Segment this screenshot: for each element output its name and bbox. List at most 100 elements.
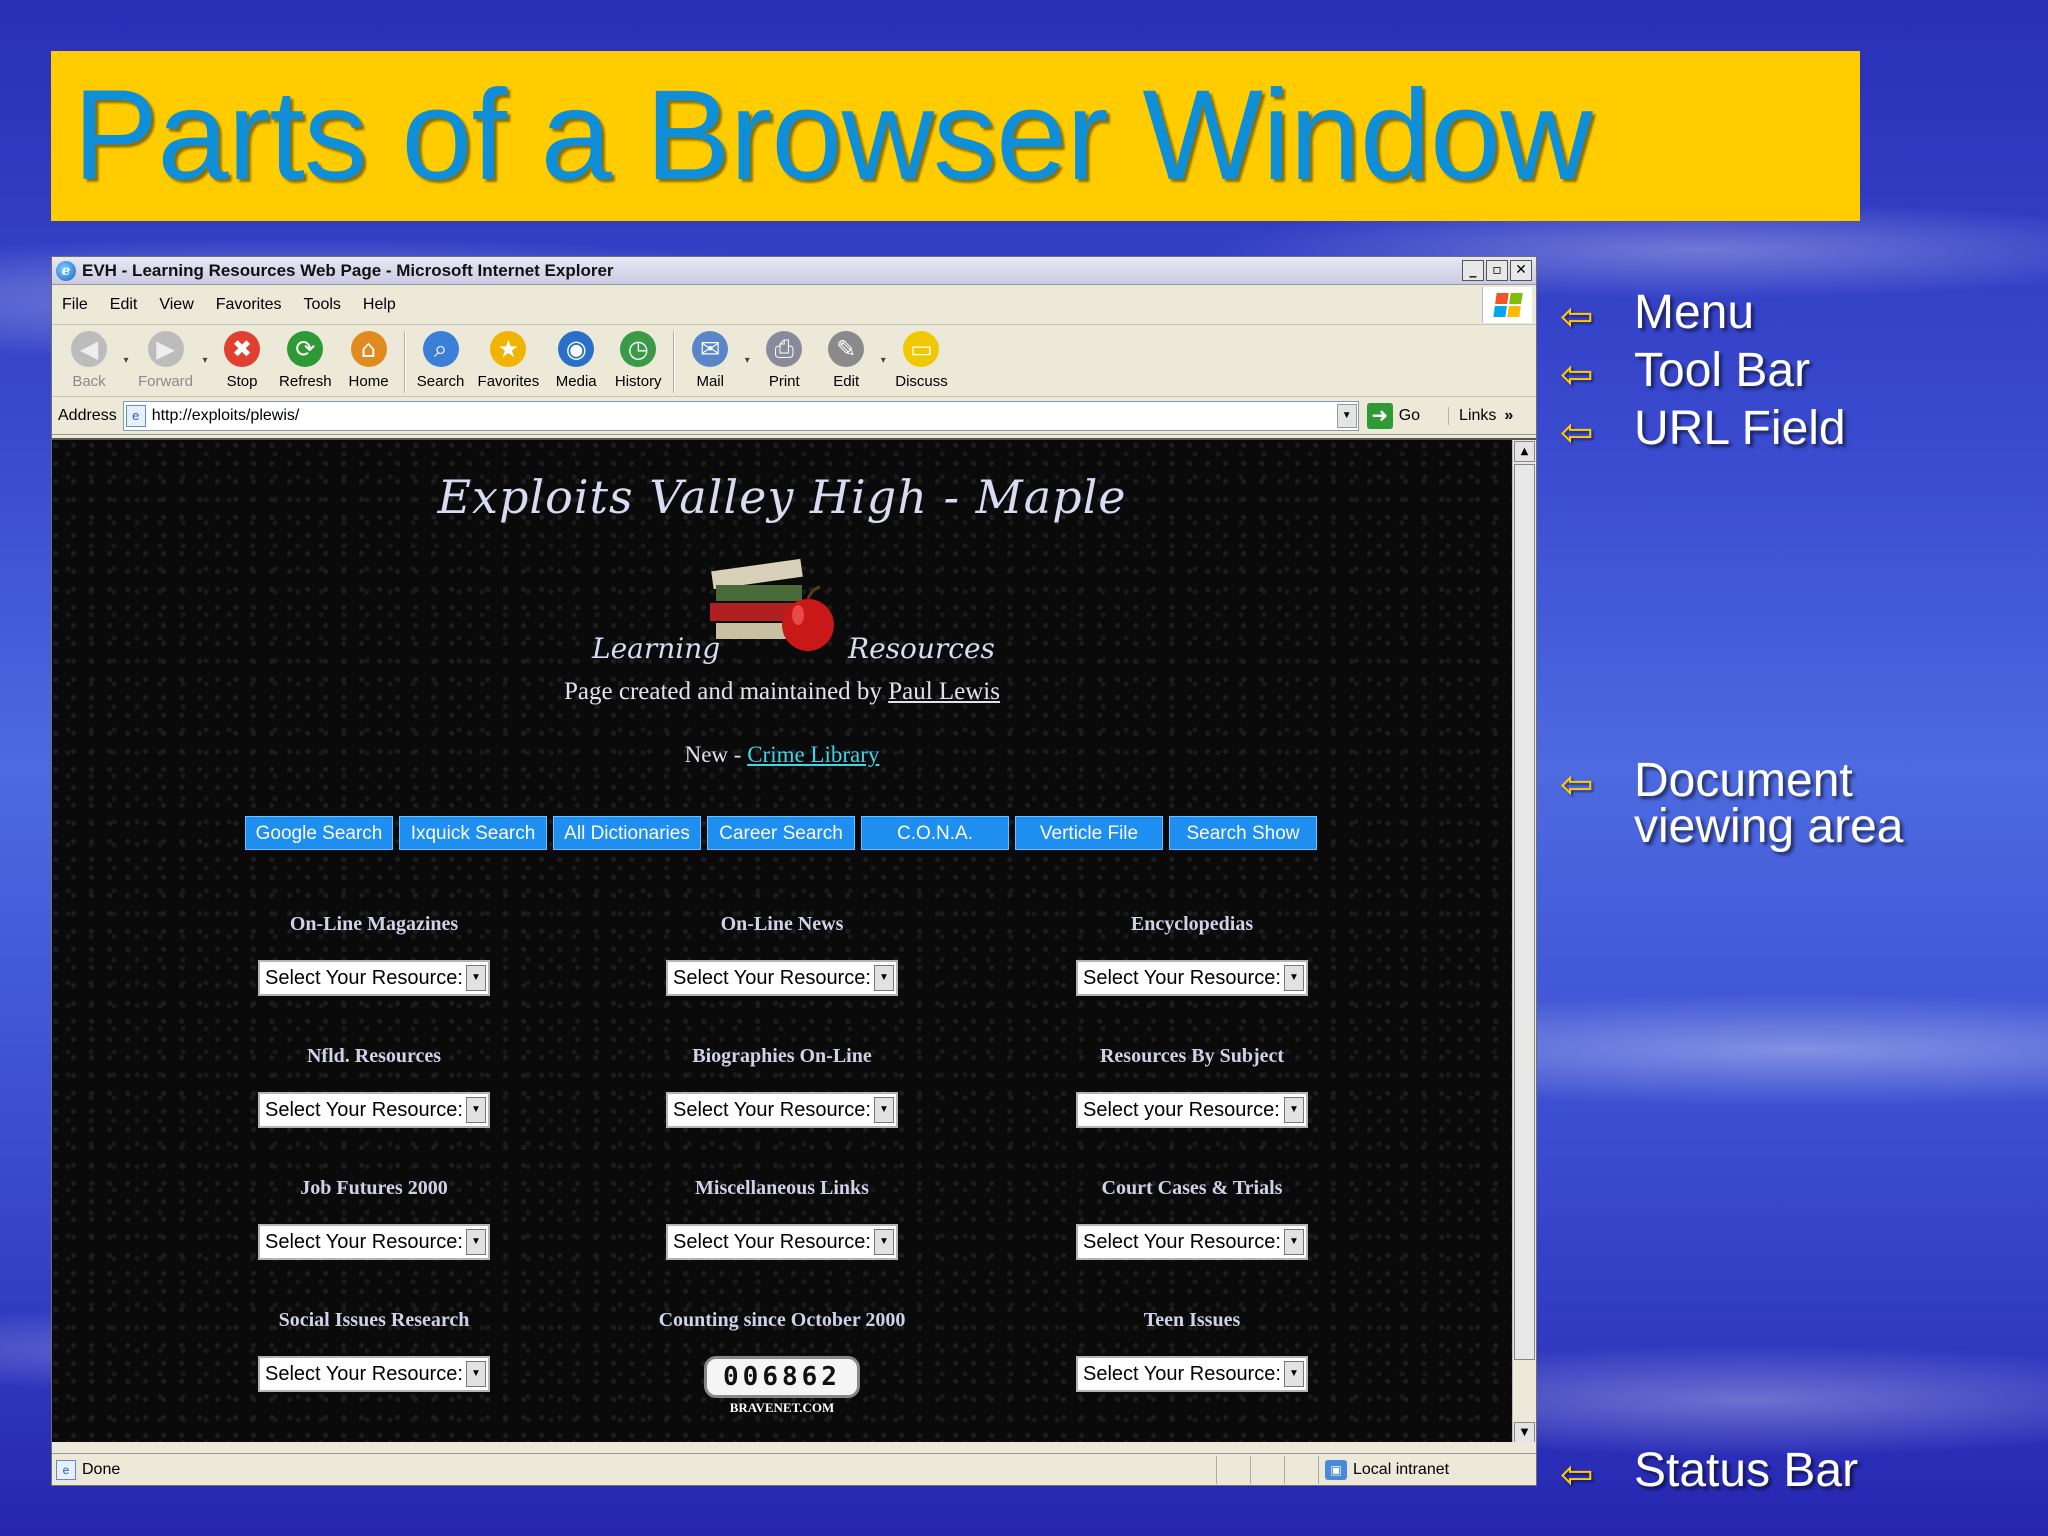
scroll-down-icon[interactable]: ▼	[1514, 1422, 1535, 1442]
toolbar-discuss-button[interactable]: ▭ Discuss	[889, 329, 954, 395]
menu-file[interactable]: File	[62, 296, 88, 314]
resource-select-value: Select Your Resource:	[1083, 1230, 1281, 1253]
scroll-thumb[interactable]	[1514, 464, 1535, 1360]
restore-button[interactable]: ▫	[1486, 260, 1508, 281]
toolbar-button-label: Refresh	[279, 373, 332, 390]
resource-select[interactable]: Select Your Resource: ▼	[258, 1356, 490, 1392]
resource-category-label: Teen Issues	[1143, 1309, 1241, 1331]
go-button[interactable]: ➜ Go	[1366, 402, 1420, 429]
toolbar-separator	[673, 331, 676, 393]
nav-button[interactable]: Career Search	[707, 816, 855, 850]
resource-category-label: Nfld. Resources	[306, 1045, 442, 1067]
menu-favorites[interactable]: Favorites	[216, 296, 282, 314]
nav-button[interactable]: C.O.N.A.	[861, 816, 1009, 850]
url-dropdown-icon[interactable]: ▼	[1336, 403, 1357, 428]
resource-select[interactable]: Select Your Resource: ▼	[1076, 960, 1308, 996]
select-dropdown-icon[interactable]: ▼	[874, 1229, 894, 1255]
resource-select[interactable]: Select Your Resource: ▼	[1076, 1356, 1308, 1392]
nav-button[interactable]: All Dictionaries	[553, 816, 701, 850]
menu-view[interactable]: View	[159, 296, 193, 314]
nav-button[interactable]: Search Show	[1169, 816, 1317, 850]
favorites-star-icon: ★	[490, 331, 527, 367]
nav-button[interactable]: Verticle File	[1015, 816, 1163, 850]
select-dropdown-icon[interactable]: ▼	[1284, 1361, 1304, 1387]
vertical-scrollbar[interactable]: ▲ ▼	[1512, 440, 1536, 1442]
nav-button[interactable]: Google Search	[245, 816, 393, 850]
chevron-right-icon[interactable]: »	[1504, 407, 1513, 425]
toolbar-back-button[interactable]: ◀ Back	[58, 329, 120, 395]
nav-button-row: Google Search Ixquick Search All Dictionar…	[245, 816, 1317, 850]
status-page-icon: e	[56, 1459, 76, 1480]
nav-button[interactable]: Ixquick Search	[399, 816, 547, 850]
toolbar-edit-button[interactable]: ✎ Edit	[815, 329, 877, 395]
crime-library-link[interactable]: Crime Library	[747, 742, 879, 767]
dropdown-arrow-icon[interactable]: ▾	[120, 355, 132, 366]
callout-toolbar: ⇦ Tool Bar	[1560, 347, 1810, 402]
select-dropdown-icon[interactable]: ▼	[1284, 965, 1304, 991]
media-globe-icon: ◉	[558, 331, 595, 367]
url-value[interactable]: http://exploits/plewis/	[152, 407, 300, 425]
resource-category-label: Counting since October 2000	[658, 1309, 906, 1331]
minimize-button[interactable]: _	[1462, 260, 1484, 281]
menu-edit[interactable]: Edit	[110, 296, 138, 314]
resource-category-label: Resources By Subject	[1099, 1045, 1285, 1067]
scroll-up-icon[interactable]: ▲	[1514, 441, 1535, 462]
toolbar-button-label: Back	[72, 373, 106, 390]
menu-help[interactable]: Help	[363, 296, 396, 314]
select-dropdown-icon[interactable]: ▼	[466, 1097, 486, 1123]
author-link[interactable]: Paul Lewis	[888, 678, 1000, 705]
resource-select-value: Select Your Resource:	[1083, 1362, 1281, 1385]
close-button[interactable]: ✕	[1510, 260, 1532, 281]
toolbar-history-clock-button[interactable]: ◷ History	[607, 329, 669, 395]
go-arrow-icon: ➜	[1366, 402, 1393, 429]
resource-select[interactable]: Select your Resource: ▼	[1076, 1092, 1308, 1128]
select-dropdown-icon[interactable]: ▼	[874, 1097, 894, 1123]
status-panel	[1250, 1455, 1284, 1484]
toolbar-forward-button[interactable]: ▶ Forward	[132, 329, 199, 395]
new-announcement: New - Crime Library	[52, 742, 1512, 768]
resource-group: Job Futures 2000 Select Your Resource: ▼	[214, 1174, 534, 1260]
resource-select[interactable]: Select Your Resource: ▼	[666, 1224, 898, 1260]
callout-menu: ⇦ Menu	[1560, 289, 1754, 344]
resource-select[interactable]: Select Your Resource: ▼	[666, 960, 898, 996]
counter-provider-label[interactable]: BRAVENET.COM	[622, 1400, 942, 1416]
resource-select[interactable]: Select Your Resource: ▼	[666, 1092, 898, 1128]
toolbar: ◀ Back ▾ ▶ Forward ▾ ✖ Stop ⟳ Refresh ⌂ Home ⌕ Search…	[52, 325, 1536, 397]
dropdown-arrow-icon[interactable]: ▾	[199, 355, 211, 366]
url-field[interactable]: e http://exploits/plewis/ ▼	[122, 400, 1359, 431]
resource-select[interactable]: Select Your Resource: ▼	[1076, 1224, 1308, 1260]
callout-label: Document viewing area	[1634, 754, 1904, 853]
menu-tools[interactable]: Tools	[304, 296, 341, 314]
callout-document-area: ⇦ Document viewing area	[1560, 754, 1904, 853]
resource-group: Biographies On-Line Select Your Resource:…	[622, 1042, 942, 1128]
window-title: EVH - Learning Resources Web Page - Micr…	[82, 260, 614, 280]
toolbar-button-label: History	[614, 373, 662, 390]
select-dropdown-icon[interactable]: ▼	[874, 965, 894, 991]
toolbar-print-button[interactable]: ⎙ Print	[753, 329, 815, 395]
toolbar-home-button[interactable]: ⌂ Home	[338, 329, 400, 395]
resource-select[interactable]: Select Your Resource: ▼	[258, 1224, 490, 1260]
resource-select[interactable]: Select Your Resource: ▼	[258, 960, 490, 996]
resource-group: On-Line Magazines Select Your Resource: ▼	[214, 910, 534, 996]
resource-select[interactable]: Select Your Resource: ▼	[258, 1092, 490, 1128]
links-toolbar[interactable]: Links »	[1448, 406, 1513, 425]
select-dropdown-icon[interactable]: ▼	[466, 1229, 486, 1255]
select-dropdown-icon[interactable]: ▼	[466, 1361, 486, 1387]
dropdown-arrow-icon[interactable]: ▾	[741, 355, 753, 366]
toolbar-media-globe-button[interactable]: ◉ Media	[545, 329, 607, 395]
dropdown-arrow-icon[interactable]: ▾	[877, 355, 889, 366]
select-dropdown-icon[interactable]: ▼	[1284, 1229, 1304, 1255]
toolbar-separator	[403, 331, 406, 393]
select-dropdown-icon[interactable]: ▼	[1284, 1097, 1304, 1123]
select-dropdown-icon[interactable]: ▼	[466, 965, 486, 991]
toolbar-refresh-button[interactable]: ⟳ Refresh	[273, 329, 338, 395]
toolbar-mail-button[interactable]: ✉ Mail	[679, 329, 741, 395]
toolbar-search-button[interactable]: ⌕ Search	[410, 329, 472, 395]
toolbar-favorites-star-button[interactable]: ★ Favorites	[472, 329, 546, 395]
intranet-zone-icon: ▣	[1325, 1459, 1347, 1480]
window-titlebar[interactable]: e EVH - Learning Resources Web Page - Mi…	[52, 257, 1536, 285]
toolbar-stop-button[interactable]: ✖ Stop	[211, 329, 273, 395]
toolbar-button-label: Edit	[833, 373, 860, 390]
toolbar-button-label: Print	[768, 373, 800, 390]
toolbar-button-label: Search	[416, 373, 465, 390]
